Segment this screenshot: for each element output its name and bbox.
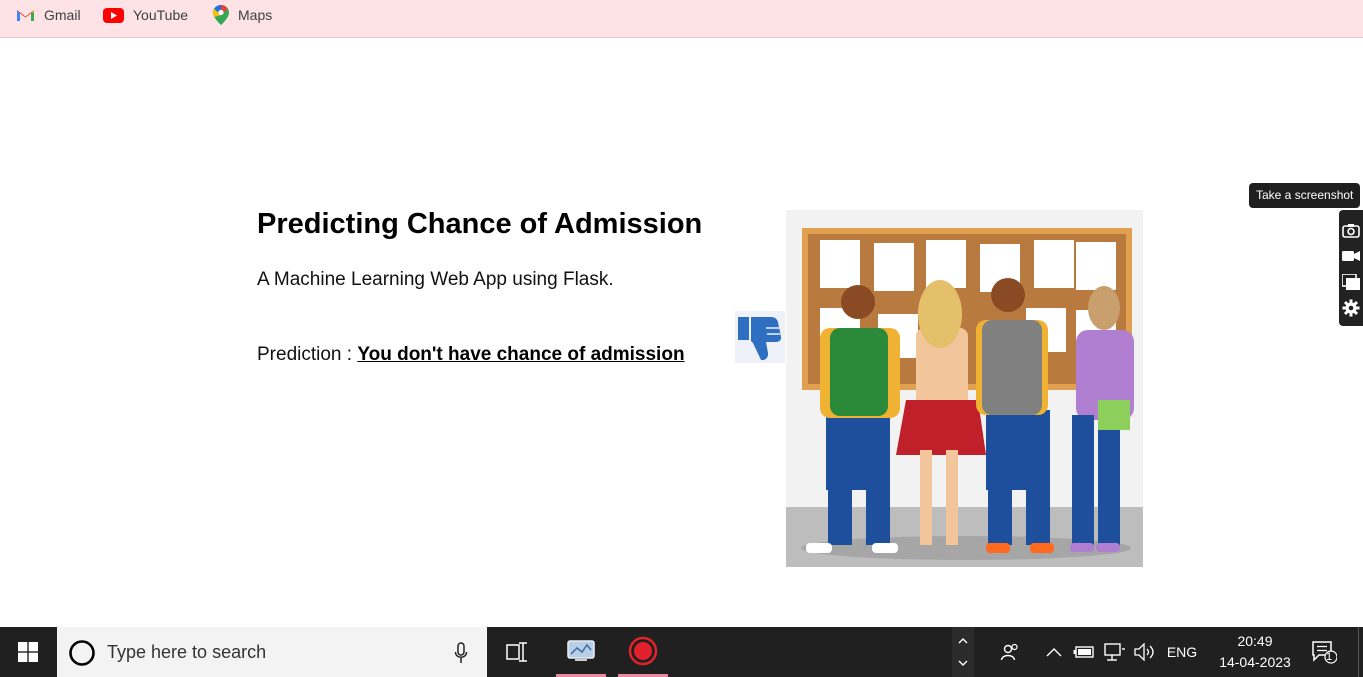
bookmark-gmail[interactable]: Gmail <box>16 0 81 30</box>
cortana-icon <box>69 640 95 666</box>
battery-button[interactable] <box>1071 627 1097 677</box>
network-icon <box>1104 643 1125 661</box>
language-indicator[interactable]: ENG <box>1162 627 1202 677</box>
settings-button[interactable] <box>1339 296 1363 320</box>
screenshot-tooltip: Take a screenshot <box>1249 183 1361 208</box>
chevron-down-icon <box>958 660 968 666</box>
page-title: Predicting Chance of Admission <box>257 208 703 240</box>
record-icon <box>628 636 658 665</box>
screenshot-button[interactable] <box>1339 218 1363 242</box>
volume-button[interactable] <box>1132 627 1158 677</box>
page-content: Predicting Chance of Admission A Machine… <box>0 38 1363 627</box>
start-button[interactable] <box>0 627 56 677</box>
camera-icon <box>1342 223 1360 238</box>
students-noticeboard-illustration <box>786 210 1143 567</box>
microphone-icon[interactable] <box>454 642 468 664</box>
clock[interactable]: 20:49 14-04-2023 <box>1205 631 1305 673</box>
prediction-label: Prediction : <box>257 344 358 365</box>
task-view-button[interactable] <box>492 627 542 677</box>
chevron-up-icon <box>958 638 968 644</box>
clock-date: 14-04-2023 <box>1219 654 1291 670</box>
maps-icon <box>213 5 229 25</box>
gmail-icon <box>17 10 34 21</box>
bookmark-label: YouTube <box>133 7 189 23</box>
thumbs-down-icon <box>735 311 785 363</box>
youtube-icon <box>103 7 124 23</box>
show-hidden-icons-button[interactable] <box>1043 627 1065 677</box>
people-button[interactable] <box>996 627 1024 677</box>
gallery-icon <box>1342 274 1360 290</box>
taskbar-app-viewer[interactable] <box>556 627 606 677</box>
taskbar-scroll[interactable] <box>952 627 974 677</box>
network-button[interactable] <box>1102 627 1128 677</box>
screenshot-toolbar <box>1339 210 1363 326</box>
image-viewer-icon <box>567 639 595 661</box>
page-subtitle: A Machine Learning Web App using Flask. <box>257 269 614 290</box>
video-icon <box>1342 251 1360 261</box>
bookmark-youtube[interactable]: YouTube <box>103 0 188 30</box>
search-placeholder: Type here to search <box>107 642 267 662</box>
notification-count: 1 <box>1326 651 1333 663</box>
taskbar-app-recorder[interactable] <box>618 627 668 677</box>
gear-icon <box>1342 299 1360 317</box>
notification-icon <box>1312 641 1337 664</box>
windows-taskbar: Type here to search ENG 20:49 14-04-2023… <box>0 627 1363 677</box>
bookmark-label: Maps <box>238 7 273 23</box>
volume-icon <box>1134 643 1154 661</box>
prediction-text: Prediction : You don't have chance of ad… <box>257 344 685 366</box>
people-icon <box>1000 643 1018 661</box>
clock-time: 20:49 <box>1237 633 1273 649</box>
windows-icon <box>18 642 38 662</box>
taskbar-search[interactable]: Type here to search <box>57 627 487 677</box>
prediction-result: You don't have chance of admission <box>357 344 685 365</box>
task-view-icon <box>506 642 527 662</box>
show-desktop-button[interactable] <box>1358 627 1363 677</box>
gallery-button[interactable] <box>1339 270 1363 294</box>
record-video-button[interactable] <box>1339 244 1363 268</box>
bookmark-maps[interactable]: Maps <box>213 0 272 30</box>
chevron-up-icon <box>1046 648 1062 657</box>
bookmarks-bar: Gmail YouTube Maps <box>0 0 1363 38</box>
battery-icon <box>1073 646 1094 658</box>
action-center-button[interactable]: 1 <box>1306 627 1342 677</box>
bookmark-label: Gmail <box>44 7 81 23</box>
